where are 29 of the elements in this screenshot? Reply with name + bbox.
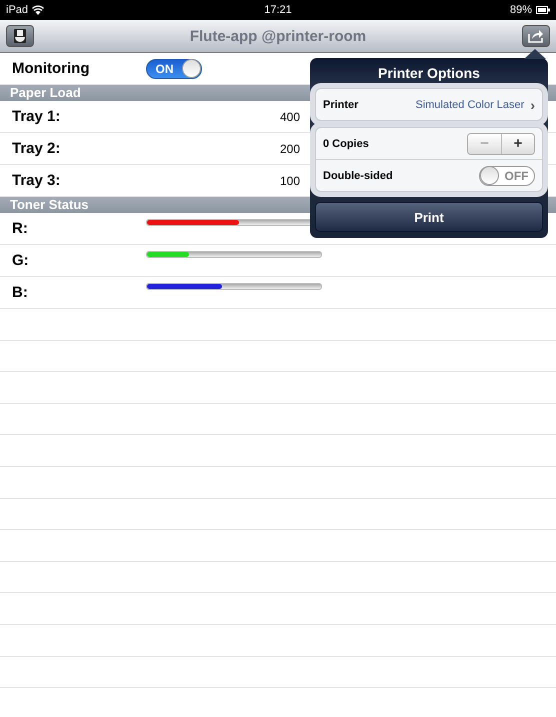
nav-title: Flute-app @printer-room	[190, 28, 366, 44]
row-label: Tray 2:	[12, 140, 62, 157]
share-icon	[528, 29, 544, 43]
share-button[interactable]	[522, 25, 550, 47]
print-button[interactable]: Print	[315, 202, 543, 232]
row-label: B:	[12, 284, 29, 301]
wifi-icon	[32, 5, 44, 15]
app-button[interactable]	[6, 25, 34, 47]
row-label: Tray 3:	[12, 172, 62, 189]
row-label: Tray 1:	[12, 108, 62, 125]
popover-title: Printer Options	[377, 64, 481, 83]
device-name: iPad	[6, 4, 28, 16]
row-label: R:	[12, 220, 29, 237]
increment-button[interactable]: +	[501, 134, 534, 154]
double-sided-label: Double-sided	[323, 170, 394, 182]
copies-label: 0 Copies	[323, 138, 370, 150]
battery-percent: 89%	[510, 4, 532, 16]
row-label: G:	[12, 252, 30, 269]
row-label: Monitoring	[12, 60, 90, 77]
battery-icon	[536, 6, 550, 14]
printer-row[interactable]: Printer Simulated Color Laser ›	[316, 89, 542, 120]
printer-icon	[13, 29, 27, 43]
toggle-switch[interactable]: ON	[146, 58, 202, 78]
clock: 17:21	[264, 4, 292, 16]
row-value: 400	[278, 110, 300, 124]
row-value: 100	[278, 174, 300, 188]
row-value: 200	[278, 142, 300, 156]
toggle-switch[interactable]: OFF	[479, 166, 535, 186]
popover-arrow	[524, 49, 546, 59]
